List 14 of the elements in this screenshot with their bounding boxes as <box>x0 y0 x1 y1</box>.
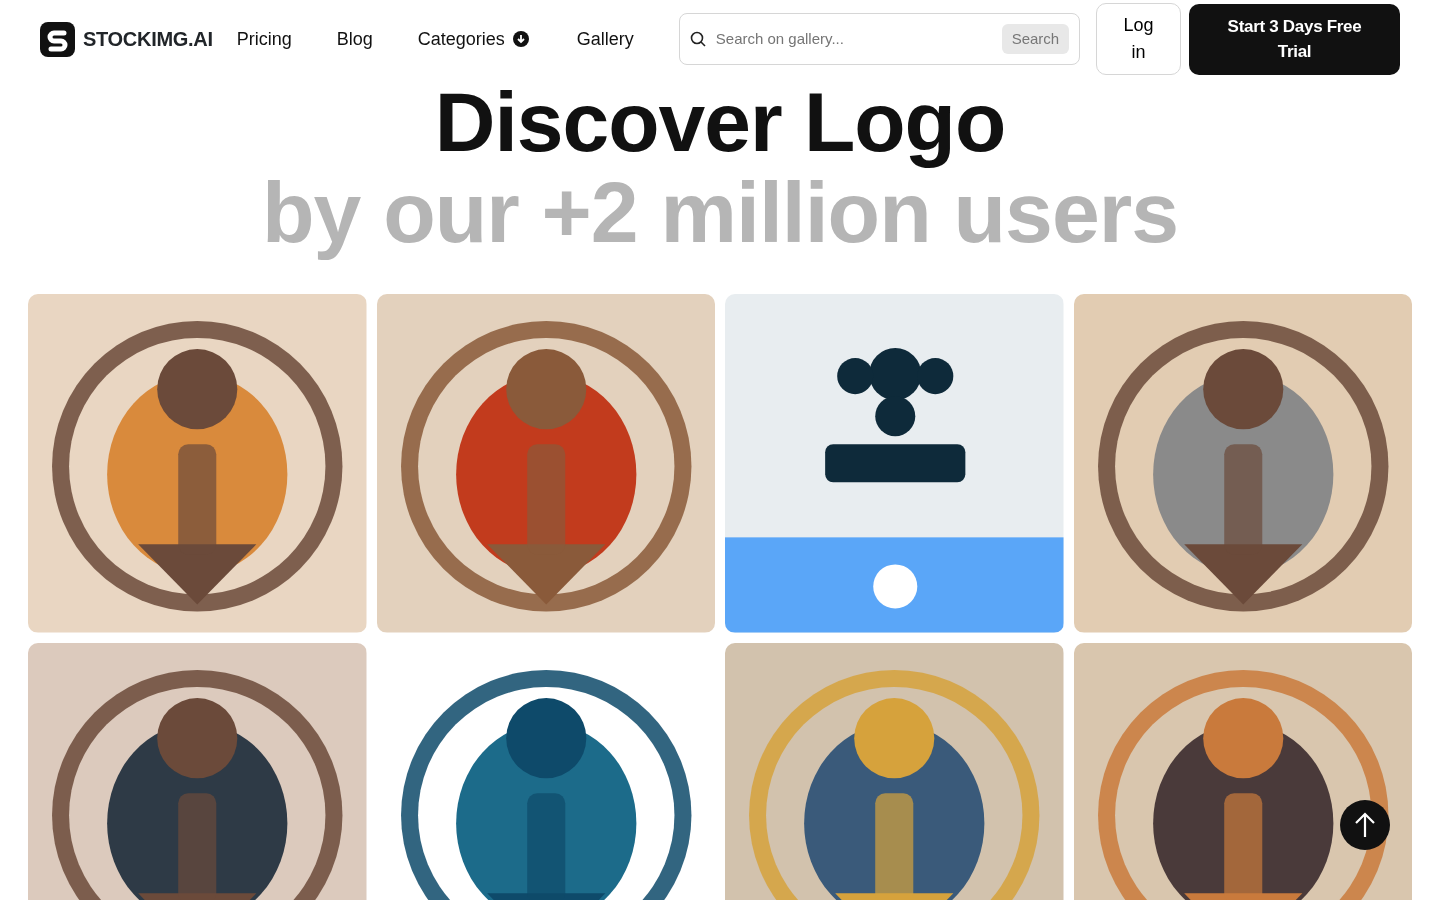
login-button[interactable]: Log in <box>1096 3 1182 75</box>
caret-icon <box>512 31 529 47</box>
brand-name[interactable]: STOCKIMG.AI <box>83 24 213 54</box>
search-button[interactable]: Search <box>1001 23 1070 55</box>
search-field[interactable]: Search on gallery... Search <box>678 13 1081 65</box>
trial-button[interactable]: Start 3 Days Free Trial <box>1189 3 1400 75</box>
logo-icon <box>40 21 75 57</box>
search-icon <box>689 31 706 47</box>
nav-link[interactable]: Gallery <box>576 25 634 53</box>
hero-title: Discover Logo <box>433 78 1007 166</box>
arrow-up-icon <box>1354 812 1376 838</box>
categories-dropdown[interactable]: Categories <box>417 25 529 53</box>
nav-link[interactable]: Blog <box>336 25 373 53</box>
nav-link[interactable]: Pricing <box>236 25 292 53</box>
